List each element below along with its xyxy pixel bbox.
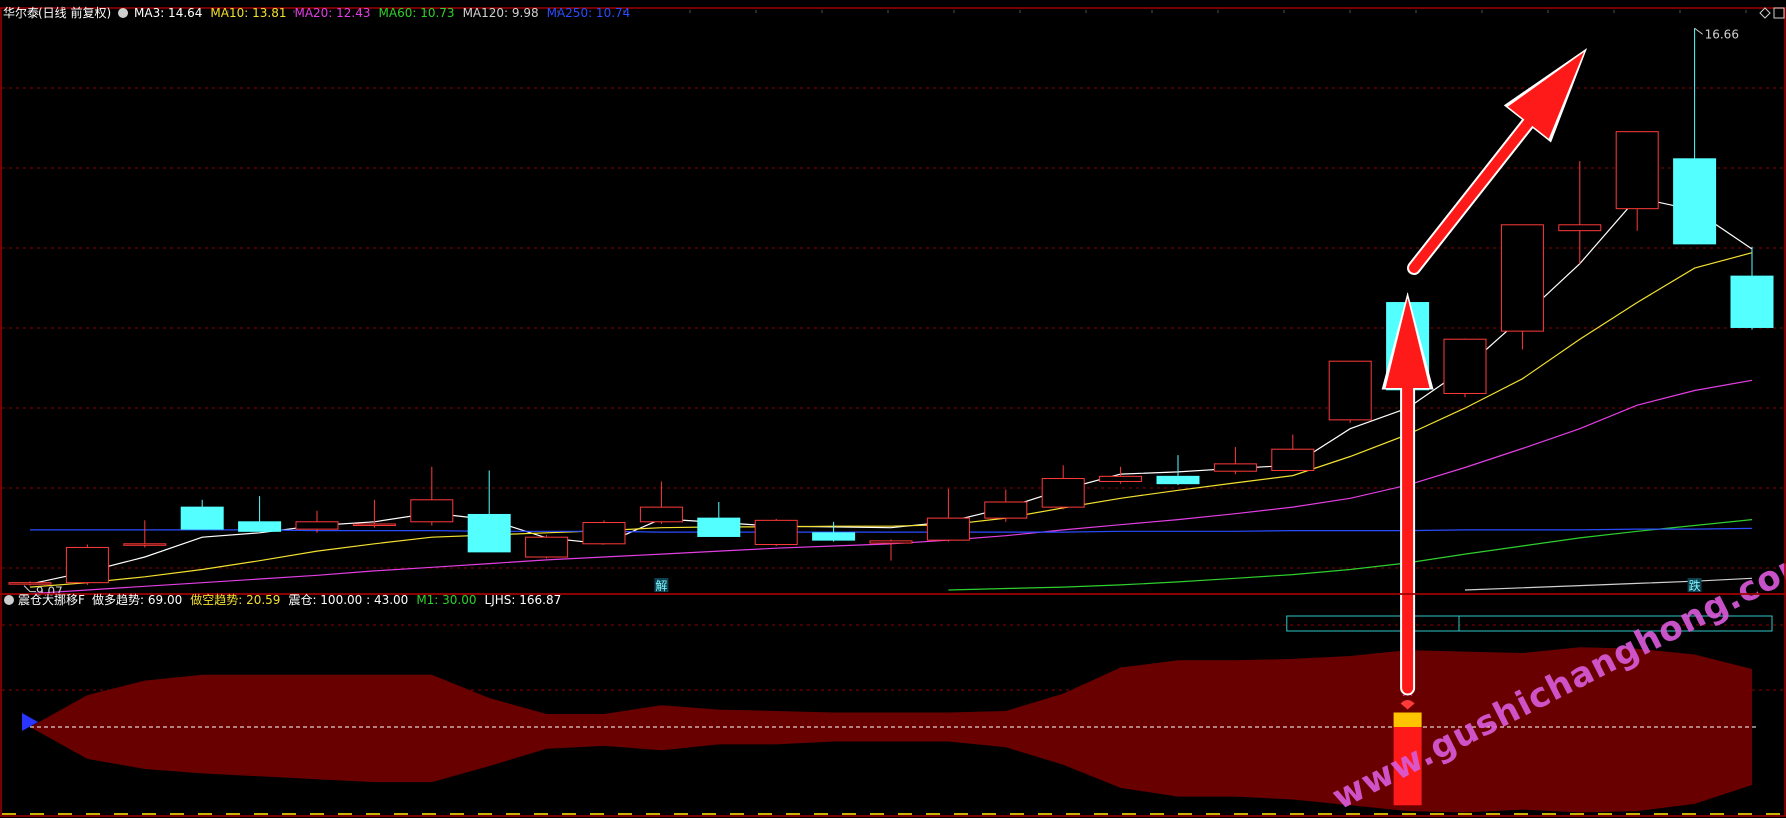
candle-body-down — [697, 517, 741, 537]
ma-line-ma10 — [29, 252, 1753, 588]
candle — [410, 466, 454, 526]
candle-body-up — [1500, 224, 1544, 332]
candle-body-up — [295, 521, 339, 530]
candle — [1099, 466, 1143, 484]
candle-body-down — [1156, 475, 1200, 485]
signal-bar-yellow — [1393, 712, 1422, 727]
candle-body-up — [1328, 360, 1372, 421]
candle-body-up — [1041, 478, 1085, 508]
candle — [525, 535, 569, 559]
candle — [1730, 246, 1774, 330]
diagonal-arrow — [1407, 48, 1588, 275]
candle-body-up — [926, 517, 970, 541]
candle — [1041, 465, 1085, 510]
candle — [352, 499, 396, 528]
ma-legend-item: MA10: 13.81 — [210, 6, 286, 20]
indicator-legend-item: 震仓: 100.00 : 43.00 — [288, 593, 408, 607]
price-legend: 华尔泰 (日线 前复权) MA3: 14.64 MA10: 13.81 MA20: … — [3, 5, 630, 20]
candle — [123, 520, 167, 548]
ma-legend-item: MA3: 14.64 — [134, 6, 202, 20]
diamond-icon[interactable] — [1759, 7, 1771, 19]
candle — [65, 544, 109, 585]
event-mark: 跌 — [1689, 578, 1701, 593]
candle-body-up — [1271, 448, 1315, 471]
candle-body-up — [525, 536, 569, 558]
up-arrow — [1381, 292, 1434, 696]
candle-body-down — [467, 513, 511, 553]
ma-line-ma20 — [29, 379, 1753, 595]
event-mark: 解 — [655, 579, 667, 593]
candle — [1443, 338, 1487, 398]
candle — [869, 539, 913, 561]
candle — [1213, 447, 1257, 475]
candle — [1328, 360, 1372, 423]
candle — [1615, 131, 1659, 231]
high-pointer — [1694, 27, 1703, 35]
chevron-down-icon[interactable] — [118, 8, 128, 18]
high-price-label: 16.66 — [1705, 27, 1739, 41]
indicator-name: 震仓大挪移F — [18, 593, 85, 607]
candle — [1156, 455, 1200, 486]
indicator-legend-item: 做空趋势: 20.59 — [190, 592, 280, 607]
candle — [926, 488, 970, 542]
candle — [1271, 434, 1315, 472]
indicator-legend-item: M1: 30.00 — [416, 593, 476, 607]
window-controls — [1759, 7, 1785, 19]
candle-body-up — [582, 522, 626, 545]
ma-legend-item: MA120: 9.98 — [463, 6, 539, 20]
candle-body-up — [639, 506, 683, 523]
indicator-values: 做多趋势: 69.00 做空趋势: 20.59 震仓: 100.00 : 43.00… — [92, 592, 561, 607]
candle — [582, 520, 626, 545]
indicator-legend-item: LJHS: 166.87 — [485, 593, 562, 607]
candle — [467, 470, 511, 553]
candle-body-down — [180, 506, 224, 530]
candle-body-up — [869, 540, 913, 544]
candle — [1500, 224, 1544, 350]
candle-body-up — [410, 499, 454, 523]
candle — [295, 510, 339, 533]
candle-body-up — [352, 523, 396, 526]
candle — [697, 502, 741, 537]
indicator-legend-item: 做多趋势: 69.00 — [92, 592, 182, 607]
candle-body-down — [812, 532, 856, 541]
stock-chart: 16.669.07解跌 买 www.gushichanghong.com 华尔泰… — [0, 5, 1786, 818]
candle-body-up — [1099, 475, 1143, 482]
candle-body-up — [754, 519, 798, 546]
candle-body-up — [1558, 224, 1602, 232]
candle — [180, 499, 224, 530]
ma-legend-item: MA250: 10.74 — [547, 6, 631, 20]
candle-body-down — [1730, 275, 1774, 328]
ma-legend-item: MA60: 10.73 — [379, 6, 455, 20]
candle-body-up — [65, 546, 109, 584]
candle-body-up — [1213, 463, 1257, 472]
candle — [1673, 28, 1717, 245]
candle — [754, 518, 798, 546]
window-icon[interactable] — [1773, 7, 1785, 19]
moving-averages — [29, 197, 1753, 595]
candle-body-up — [123, 543, 167, 546]
chevron-down-icon[interactable] — [4, 595, 14, 605]
candle — [984, 489, 1028, 522]
candle — [238, 496, 282, 532]
stock-name: 华尔泰 — [3, 5, 39, 20]
candle-body-down — [238, 521, 282, 532]
candle-body-up — [1615, 131, 1659, 210]
candle-body-down — [1673, 158, 1717, 245]
ma-legend-item: MA20: 12.43 — [294, 6, 370, 20]
candles: 16.669.07 解跌 — [8, 27, 1774, 599]
adjust-mode: (日线 前复权) — [38, 5, 111, 20]
candle-body-up — [984, 501, 1028, 519]
candle-body-up — [1443, 338, 1487, 394]
